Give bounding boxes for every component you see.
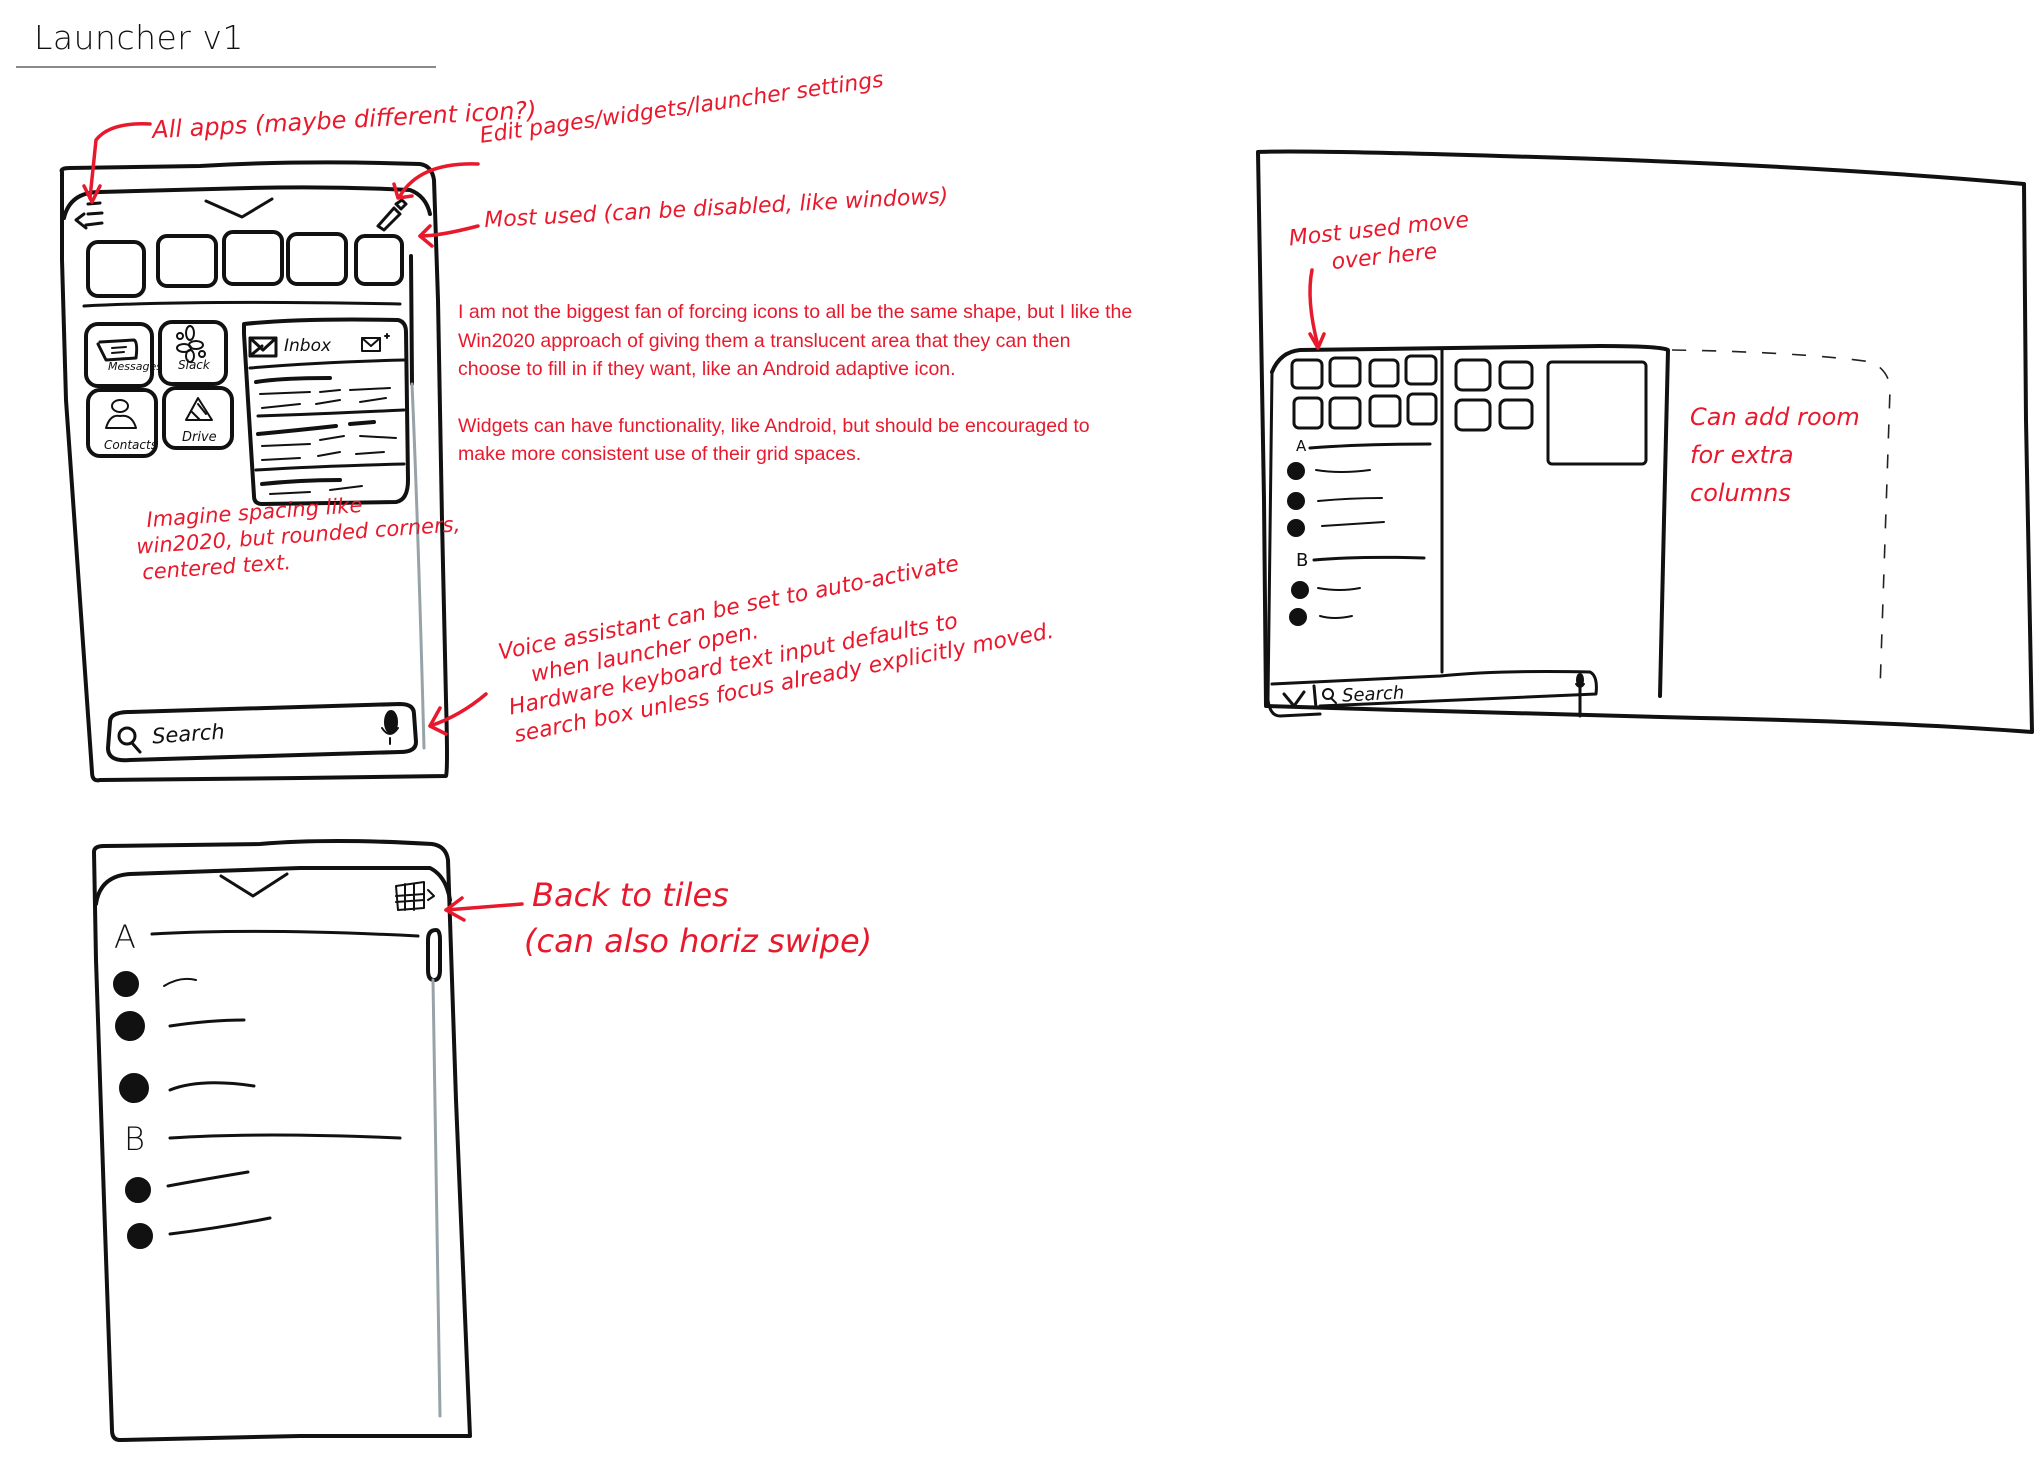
mic-icon[interactable]: [1575, 673, 1585, 688]
person-icon: [105, 399, 137, 429]
note-paragraph: I am not the biggest fan of forcing icon…: [458, 301, 1133, 380]
edit-pencil-icon[interactable]: [376, 198, 408, 232]
chat-bubble-icon: [96, 338, 139, 362]
note-paragraph: Widgets can have functionality, like And…: [458, 414, 1090, 466]
inbox-message-lines: [254, 376, 406, 495]
tile-label-messages: Messages: [108, 360, 162, 373]
most-used-row: [86, 230, 404, 298]
arrow-back-to-tiles: [444, 902, 524, 912]
scrollbar-thumb[interactable]: [426, 928, 442, 982]
all-apps-section-letter: B: [124, 1120, 145, 1158]
search-icon: [117, 726, 142, 754]
collapse-chevron-icon[interactable]: [204, 197, 274, 219]
widget-title: Inbox: [284, 336, 332, 356]
scrollbar-thumb[interactable]: [409, 254, 414, 386]
scrollbar-track[interactable]: [431, 978, 442, 1418]
tile-label-drive: Drive: [182, 430, 217, 445]
tile-messages[interactable]: [84, 322, 154, 388]
desktop-most-used-grid: [1290, 354, 1438, 430]
desktop-section-letter: A: [1296, 437, 1307, 455]
section-line: [150, 929, 420, 938]
search-divider: [1312, 684, 1318, 710]
search-icon: [1322, 688, 1337, 704]
desktop-list-bullets: [1287, 462, 1385, 626]
annotation-line: columns: [1690, 479, 1791, 507]
section-line: [1312, 555, 1426, 562]
collapse-chevron-icon[interactable]: [219, 872, 289, 898]
annotation-line: for extra: [1690, 441, 1794, 469]
tile-label-slack: Slack: [178, 358, 210, 372]
annotation-add-room: Can add room for extra columns: [1690, 398, 1860, 512]
most-used-slot[interactable]: [86, 240, 146, 298]
most-used-slot[interactable]: [354, 234, 404, 286]
desktop-search-placeholder[interactable]: Search: [1341, 682, 1404, 706]
desktop-section-letter: B: [1296, 550, 1309, 571]
sketch-canvas: [59, 122, 2034, 1442]
desktop-search-bar[interactable]: [1270, 670, 1598, 708]
phone-tiles-sketch: [59, 160, 449, 783]
divider-line: [82, 300, 402, 308]
section-line: [1308, 442, 1432, 450]
annotation-line: Back to tiles: [532, 876, 729, 914]
slack-icon: [176, 325, 206, 363]
compose-mail-icon[interactable]: [361, 333, 390, 352]
annotation-line: Can add room: [1690, 403, 1860, 431]
mic-icon[interactable]: [381, 710, 399, 745]
all-apps-list: [113, 929, 420, 1249]
desktop-pinned-tiles: [1454, 358, 1648, 466]
most-used-slot[interactable]: [156, 234, 218, 288]
mail-icon: [248, 336, 278, 358]
tiles-grid-icon[interactable]: [395, 881, 435, 911]
annotation-line: (can also horiz swipe): [524, 922, 873, 960]
annotation-back-to-tiles: Back to tiles (can also horiz swipe): [524, 872, 872, 964]
drive-triangle-icon: [185, 397, 213, 421]
all-apps-section-letter: A: [114, 918, 136, 956]
section-line: [168, 1133, 402, 1140]
search-placeholder[interactable]: Search: [151, 719, 225, 748]
notes-block: I am not the biggest fan of forcing icon…: [458, 298, 1138, 469]
most-used-slot[interactable]: [222, 230, 284, 286]
most-used-slot[interactable]: [286, 232, 348, 286]
tile-label-contacts: Contacts: [104, 438, 157, 452]
collapse-chevron-icon[interactable]: [1282, 690, 1306, 708]
widget-divider: [248, 358, 406, 370]
all-apps-icon[interactable]: [74, 201, 104, 230]
